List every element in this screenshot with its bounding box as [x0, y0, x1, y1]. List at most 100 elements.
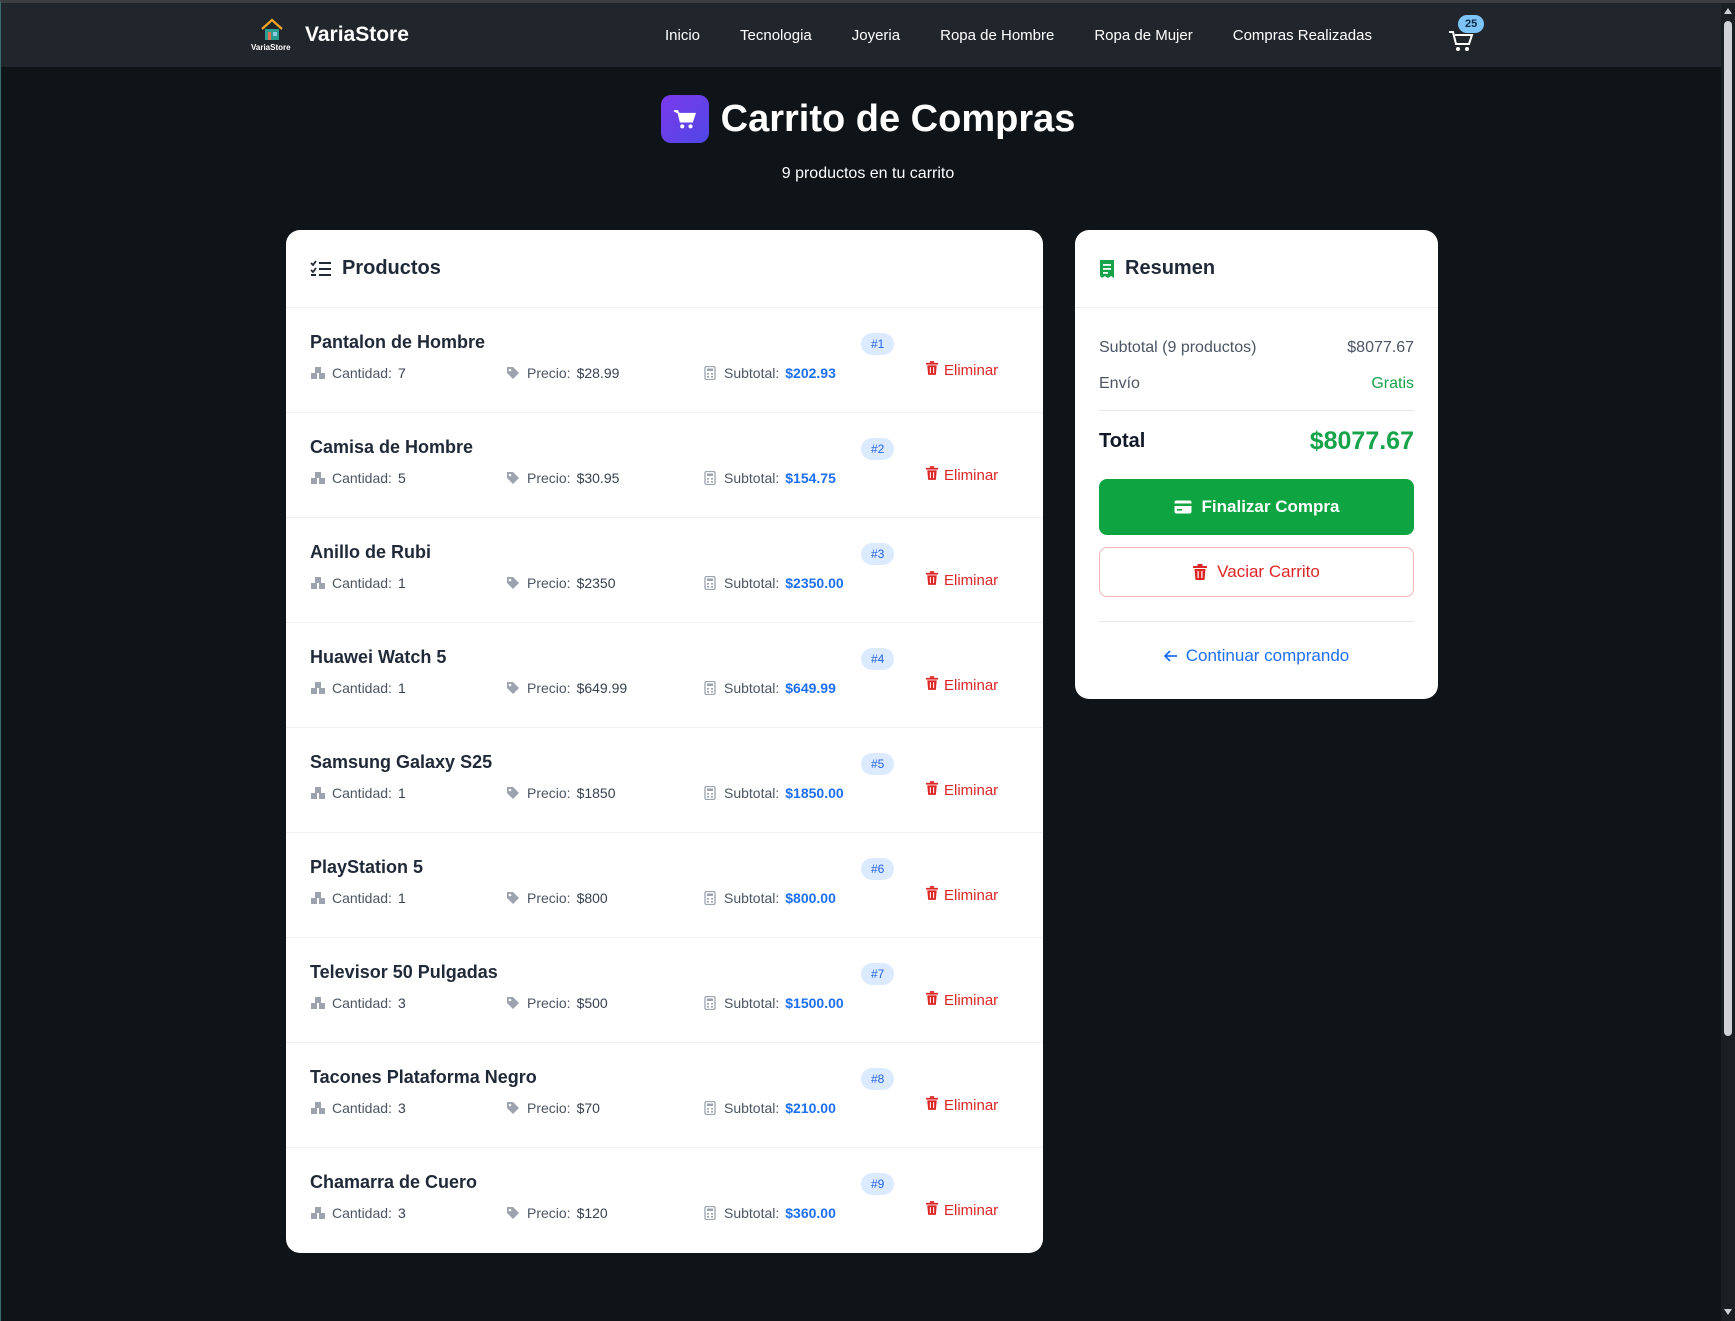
price-tag-icon — [505, 680, 521, 696]
cart-item-price: Precio:$70 — [505, 1100, 600, 1116]
price-tag-icon — [505, 365, 521, 381]
quantity-value: 3 — [398, 1100, 406, 1116]
remove-item-button[interactable]: Eliminar — [926, 466, 998, 484]
trash-icon — [1193, 564, 1207, 580]
subtotal-value: $800.00 — [785, 890, 836, 906]
cart-item-quantity: Cantidad:1 — [310, 785, 406, 801]
nav-link-ropa-mujer[interactable]: Ropa de Mujer — [1094, 27, 1192, 44]
cart-count-subtitle: 9 productos en tu carrito — [1, 165, 1735, 183]
cart-item-subtotal: Subtotal:$210.00 — [702, 1100, 836, 1116]
summary-divider-bottom — [1099, 621, 1414, 622]
page-scrollbar[interactable] — [1721, 3, 1735, 1321]
remove-item-label: Eliminar — [944, 992, 998, 1009]
quantity-label: Cantidad: — [332, 470, 392, 486]
price-label: Precio: — [527, 470, 571, 486]
calculator-icon — [702, 575, 718, 591]
scrollbar-thumb[interactable] — [1724, 21, 1732, 1036]
summary-shipping-value: Gratis — [1371, 375, 1414, 393]
cart-item-quantity: Cantidad: 5 — [310, 470, 406, 486]
arrow-left-icon — [1164, 650, 1178, 662]
cart-nav-button[interactable]: 25 — [1446, 17, 1486, 53]
products-card: Productos Pantalon de Hombre#1Cantidad:7… — [286, 230, 1043, 1253]
boxes-icon — [310, 1205, 326, 1221]
subtotal-label: Subtotal: — [724, 1100, 779, 1116]
credit-card-icon — [1174, 500, 1192, 514]
cart-item-number-badge: #7 — [861, 963, 894, 985]
remove-item-label: Eliminar — [944, 782, 998, 799]
remove-item-button[interactable]: Eliminar — [926, 991, 998, 1009]
nav-link-joyeria[interactable]: Joyeria — [852, 27, 900, 44]
scroll-down-arrow-icon[interactable] — [1724, 1309, 1732, 1315]
quantity-label: Cantidad: — [332, 995, 392, 1011]
remove-item-button[interactable]: Eliminar — [926, 571, 998, 589]
quantity-value: 3 — [398, 995, 406, 1011]
title-row: Carrito de Compras — [1, 95, 1735, 143]
remove-item-button[interactable]: Eliminar — [926, 781, 998, 799]
cart-count-badge: 25 — [1458, 15, 1484, 33]
price-value: $120 — [577, 1205, 608, 1221]
remove-item-button[interactable]: Eliminar — [926, 361, 998, 379]
remove-item-button[interactable]: Eliminar — [926, 1201, 998, 1219]
boxes-icon — [310, 575, 326, 591]
cart-item-number-badge: #5 — [861, 753, 894, 775]
summary-subtotal-row: Subtotal (9 productos) $8077.67 — [1099, 330, 1414, 366]
remove-item-button[interactable]: Eliminar — [926, 676, 998, 694]
nav-link-compras-realizadas[interactable]: Compras Realizadas — [1233, 27, 1372, 44]
cart-item-subtotal: Subtotal:$800.00 — [702, 890, 836, 906]
remove-item-button[interactable]: Eliminar — [926, 1096, 998, 1114]
quantity-value: 5 — [398, 470, 406, 486]
cart-item-price: Precio:$649.99 — [505, 680, 627, 696]
price-label: Precio: — [527, 365, 571, 381]
quantity-value: 7 — [398, 365, 406, 381]
nav-link-inicio[interactable]: Inicio — [665, 27, 700, 44]
quantity-value: 1 — [398, 575, 406, 591]
remove-item-button[interactable]: Eliminar — [926, 886, 998, 904]
app-window: VariaStore VariaStore Inicio Tecnologia … — [0, 0, 1735, 1321]
cart-item-name: Televisor 50 Pulgadas — [310, 962, 1019, 983]
cart-item-meta: Cantidad:3Precio:$70Subtotal:$210.00 — [310, 1100, 1019, 1120]
checkout-button[interactable]: Finalizar Compra — [1099, 479, 1414, 535]
summary-shipping-row: Envío Gratis — [1099, 366, 1414, 402]
products-card-title: Productos — [342, 257, 441, 280]
summary-shipping-label: Envío — [1099, 375, 1140, 393]
cart-icon — [673, 108, 697, 130]
trash-icon — [926, 1096, 938, 1114]
cart-item: Televisor 50 Pulgadas#7Cantidad:3Precio:… — [286, 938, 1043, 1043]
nav-link-ropa-hombre[interactable]: Ropa de Hombre — [940, 27, 1054, 44]
cart-item: Tacones Plataforma Negro#8Cantidad:3Prec… — [286, 1043, 1043, 1148]
continue-shopping-link[interactable]: Continuar comprando — [1099, 646, 1414, 666]
remove-item-label: Eliminar — [944, 677, 998, 694]
cart-item-quantity: Cantidad: 3 — [310, 995, 406, 1011]
remove-item-label: Eliminar — [944, 1097, 998, 1114]
boxes-icon — [310, 995, 326, 1011]
quantity-value: 1 — [398, 680, 406, 696]
house-logo-icon — [259, 18, 285, 42]
products-card-header: Productos — [286, 230, 1043, 308]
cart-item-meta: Cantidad:1Precio:$800Subtotal:$800.00 — [310, 890, 1019, 910]
trash-icon — [926, 676, 938, 694]
quantity-label: Cantidad: — [332, 365, 392, 381]
cart-item-meta: Cantidad:5Precio:$30.95Subtotal:$154.75 — [310, 470, 1019, 490]
price-tag-icon — [505, 470, 521, 486]
summary-subtotal-value: $8077.67 — [1347, 339, 1414, 357]
nav-link-tecnologia[interactable]: Tecnologia — [740, 27, 812, 44]
quantity-value: 3 — [398, 1205, 406, 1221]
scroll-up-arrow-icon[interactable] — [1724, 8, 1732, 14]
empty-cart-button-label: Vaciar Carrito — [1217, 562, 1320, 582]
price-label: Precio: — [527, 575, 571, 591]
cart-item-quantity: Cantidad:1 — [310, 680, 406, 696]
empty-cart-button[interactable]: Vaciar Carrito — [1099, 547, 1414, 597]
brand[interactable]: VariaStore VariaStore — [251, 18, 409, 52]
quantity-label: Cantidad: — [332, 890, 392, 906]
page-title: Carrito de Compras — [721, 98, 1076, 141]
cart-item: Chamarra de Cuero#9Cantidad:3Precio:$120… — [286, 1148, 1043, 1253]
boxes-icon — [310, 890, 326, 906]
price-value: $500 — [577, 995, 608, 1011]
subtotal-value: $1850.00 — [785, 785, 843, 801]
product-list: Pantalon de Hombre#1Cantidad:7Precio:$28… — [286, 308, 1043, 1253]
subtotal-value: $649.99 — [785, 680, 836, 696]
trash-icon — [926, 991, 938, 1009]
price-value: $649.99 — [577, 680, 628, 696]
summary-total-label: Total — [1099, 430, 1145, 453]
subtotal-value: $360.00 — [785, 1205, 836, 1221]
